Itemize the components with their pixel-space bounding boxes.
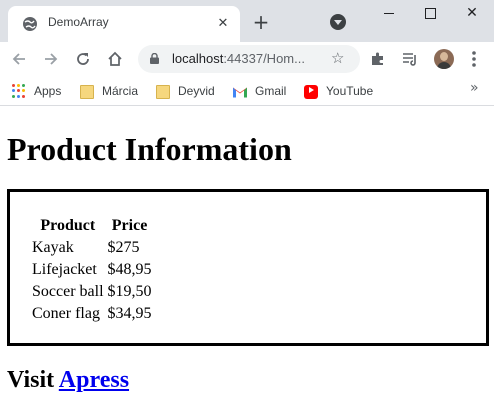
bookmarks-overflow-chevron-icon[interactable]: »: [470, 80, 479, 96]
bookmark-label: Apps: [34, 84, 62, 98]
url-text: localhost:44337/Hom...: [172, 51, 305, 66]
tab-close-icon[interactable]: ✕: [214, 14, 232, 32]
bookmark-gmail[interactable]: Gmail: [233, 81, 286, 101]
address-bar[interactable]: localhost:44337/Hom... ☆: [138, 45, 360, 73]
globe-icon: [23, 17, 37, 31]
bookmark-marcia[interactable]: Márcia: [80, 81, 138, 101]
extensions-puzzle-icon[interactable]: [370, 51, 386, 67]
bookmark-label: YouTube: [326, 84, 374, 98]
bookmark-youtube[interactable]: YouTube: [304, 81, 373, 101]
folder-icon: [80, 84, 94, 99]
maximize-button[interactable]: [416, 2, 444, 24]
forward-arrow-icon[interactable]: [40, 48, 62, 70]
table-header-row: Product Price: [31, 216, 153, 236]
new-tab-button[interactable]: +: [250, 11, 272, 33]
tab-title: DemoArray: [48, 15, 109, 29]
visit-heading: Visit Apress: [7, 367, 129, 394]
lock-icon: [150, 53, 159, 64]
product-price: $275: [107, 239, 140, 256]
page-content: Product Information Product Price Kayak …: [0, 107, 494, 401]
product-name: Lifejacket: [32, 261, 97, 278]
bookmark-label: Deyvid: [178, 84, 215, 98]
back-arrow-icon[interactable]: [8, 48, 30, 70]
bookmark-apps[interactable]: Apps: [12, 81, 61, 101]
product-table: Product Price Kayak $275 Lifejacket $48,…: [29, 214, 155, 326]
youtube-icon: [304, 85, 318, 99]
product-price: $34,95: [107, 305, 152, 322]
browser-toolbar: localhost:44337/Hom... ☆: [0, 42, 494, 76]
table-row: Kayak $275: [31, 238, 153, 258]
minimize-button[interactable]: [376, 2, 404, 24]
column-header-price: Price: [111, 217, 148, 234]
apps-grid-icon: [12, 84, 26, 98]
column-header-product: Product: [40, 217, 96, 234]
browser-tab[interactable]: DemoArray ✕: [8, 6, 240, 42]
gmail-icon: [233, 87, 247, 97]
product-name: Coner flag: [32, 305, 100, 322]
url-host: localhost: [172, 51, 224, 66]
tab-search-icon[interactable]: [330, 14, 346, 30]
tab-strip: DemoArray ✕ + ✕: [0, 0, 494, 42]
bookmarks-bar: Apps Márcia Deyvid Gmail YouTube: [0, 76, 494, 106]
home-icon[interactable]: [104, 48, 126, 70]
product-table-container: Product Price Kayak $275 Lifejacket $48,…: [7, 189, 489, 346]
folder-icon: [156, 84, 170, 99]
visit-text: Visit: [7, 367, 55, 393]
bookmark-label: Gmail: [255, 84, 287, 98]
table-row: Soccer ball $19,50: [31, 282, 153, 302]
table-row: Coner flag $34,95: [31, 304, 153, 324]
page-title: Product Information: [7, 131, 292, 167]
media-queue-icon[interactable]: [402, 51, 418, 67]
profile-avatar[interactable]: [434, 49, 454, 69]
apress-link[interactable]: Apress: [59, 367, 129, 393]
kebab-menu-icon[interactable]: [464, 49, 484, 69]
product-price: $19,50: [107, 283, 152, 300]
bookmark-deyvid[interactable]: Deyvid: [156, 81, 215, 101]
product-name: Kayak: [32, 239, 74, 256]
reload-icon[interactable]: [72, 48, 94, 70]
product-name: Soccer ball: [32, 283, 104, 300]
window-close-button[interactable]: ✕: [458, 2, 486, 24]
bookmark-star-icon[interactable]: ☆: [331, 49, 344, 67]
product-price: $48,95: [107, 261, 152, 278]
table-row: Lifejacket $48,95: [31, 260, 153, 280]
bookmark-label: Márcia: [102, 84, 139, 98]
url-path: :44337/Hom...: [223, 51, 305, 66]
